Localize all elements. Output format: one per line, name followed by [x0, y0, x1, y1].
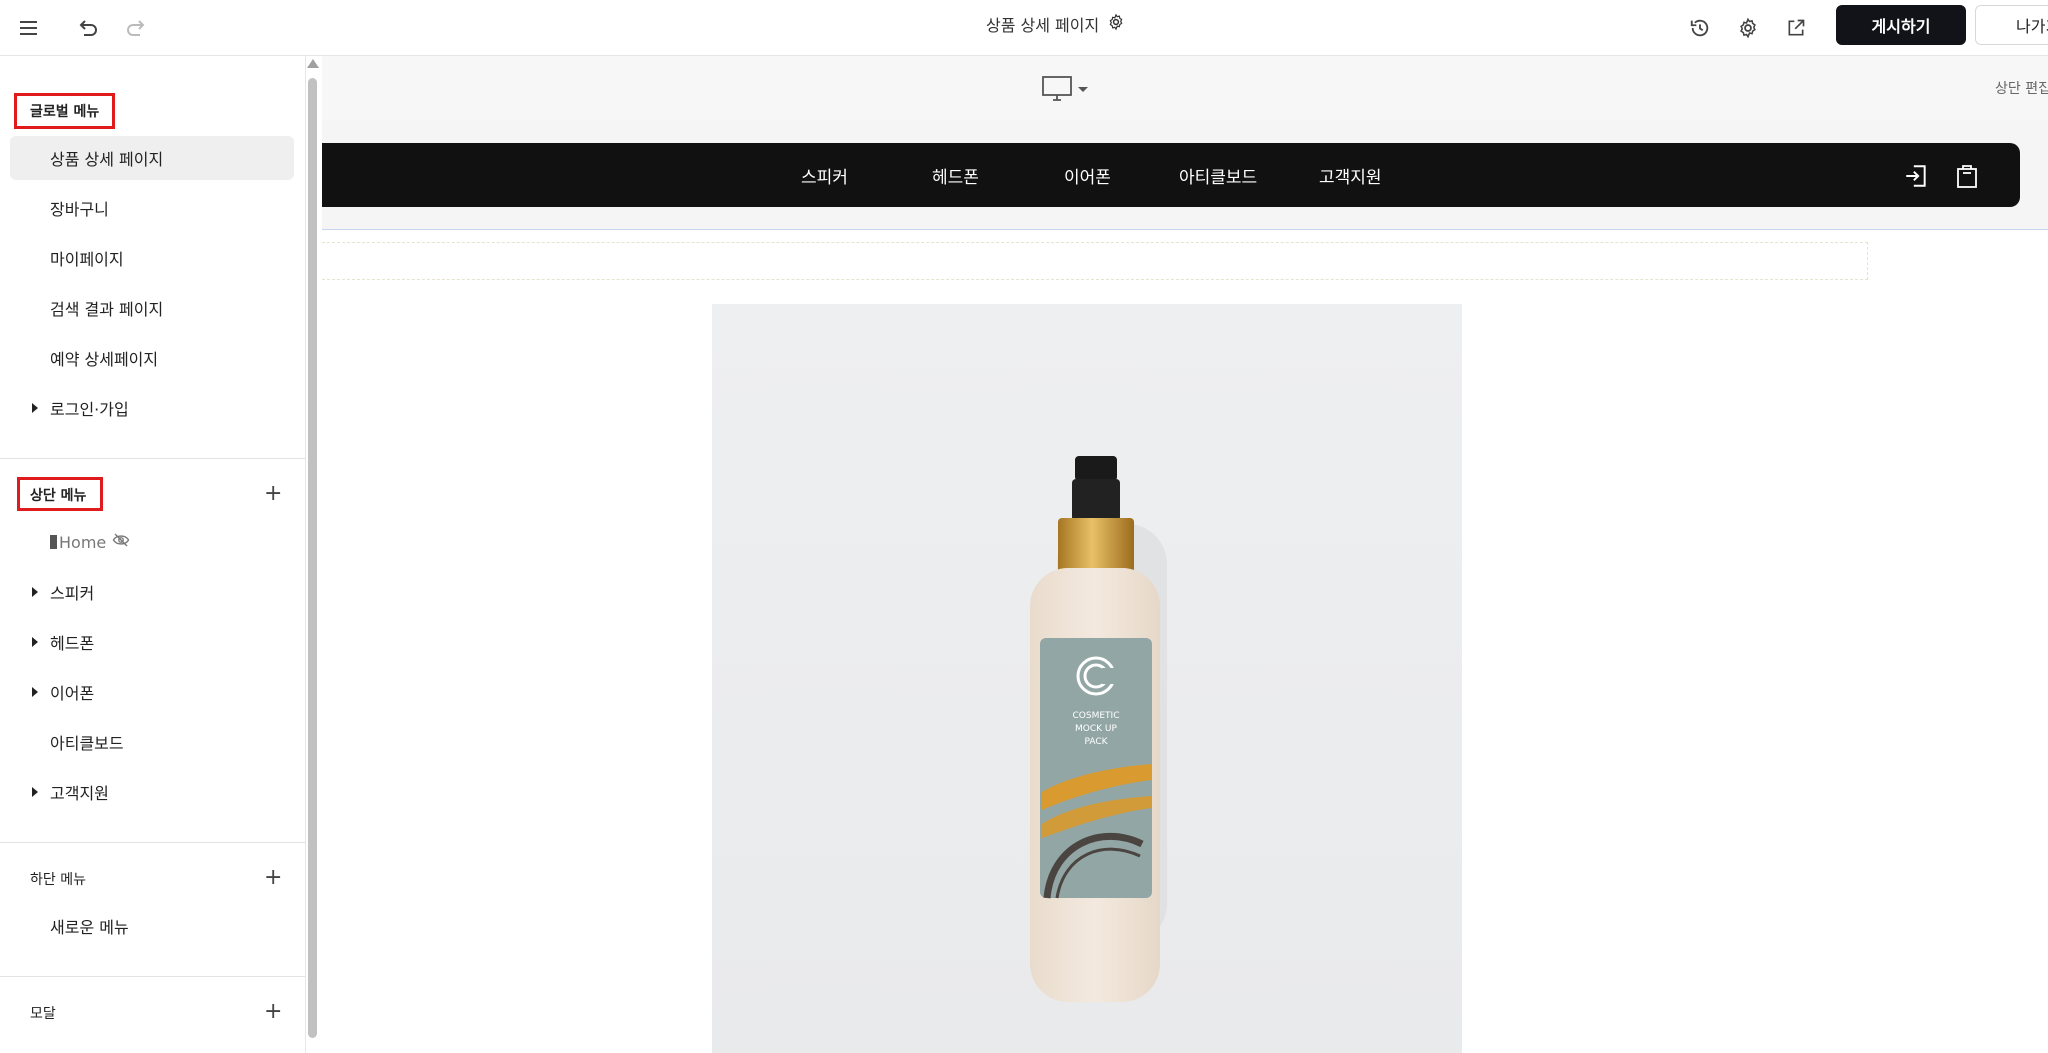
sidebar-item-label: 헤드폰	[50, 634, 95, 653]
modal-section-title: 모달	[30, 1006, 56, 1022]
top-menu-title: 상단 메뉴	[30, 488, 87, 504]
sidebar-item-label: 로그인·가입	[50, 400, 129, 419]
page-content-area: COSMETIC MOCK UP PACK	[322, 230, 2048, 1053]
spray-bottle-illustration: COSMETIC MOCK UP PACK	[1030, 456, 1167, 1002]
page-marker-icon	[50, 535, 57, 549]
sidebar-item-label: 검색 결과 페이지	[50, 300, 164, 319]
sidebar-item-label: 새로운 메뉴	[50, 918, 129, 937]
section-divider	[0, 976, 305, 977]
sidebar-item-article-board[interactable]: 아티클보드	[10, 720, 294, 764]
sidebar-item-product-detail[interactable]: 상품 상세 페이지	[10, 136, 294, 180]
site-nav-speaker[interactable]: 스피커	[801, 163, 848, 188]
section-divider	[0, 842, 305, 843]
empty-block-placeholder[interactable]	[322, 242, 1868, 280]
page-title-group[interactable]: 상품 상세 페이지	[986, 0, 1125, 48]
sidebar-item-reservation-detail[interactable]: 예약 상세페이지	[10, 336, 294, 380]
sidebar-item-headphone[interactable]: 헤드폰	[10, 620, 294, 664]
sidebar-item-label: 아티클보드	[50, 734, 124, 753]
sidebar-item-label: 이어폰	[50, 684, 95, 703]
shopping-bag-icon[interactable]	[1955, 163, 1979, 193]
sidebar-item-label: 스피커	[50, 584, 95, 603]
sidebar-item-label: 고객지원	[50, 784, 109, 803]
menu-sidebar: 글로벌 메뉴 상품 상세 페이지 장바구니 마이페이지 검색 결과 페이지 예약…	[0, 56, 306, 1053]
sidebar-item-label: 마이페이지	[50, 250, 124, 269]
editor-canvas: 상단 편집 스피커 헤드폰 이어폰 아티클보드 고객지원 COSMETIC MO…	[322, 56, 2048, 1053]
sidebar-item-speaker[interactable]: 스피커	[10, 570, 294, 614]
redo-icon[interactable]	[118, 10, 154, 46]
add-bottom-menu-plus-icon[interactable]: +	[264, 867, 282, 889]
sidebar-item-mypage[interactable]: 마이페이지	[10, 236, 294, 280]
sidebar-item-search-results[interactable]: 검색 결과 페이지	[10, 286, 294, 330]
page-settings-icon[interactable]	[1107, 13, 1125, 35]
sidebar-scrollbar-thumb[interactable]	[308, 78, 317, 1038]
sidebar-item-label: 상품 상세 페이지	[50, 150, 164, 169]
expand-caret-icon[interactable]	[32, 637, 38, 647]
publish-button[interactable]: 게시하기	[1836, 5, 1966, 45]
dropdown-arrow-icon	[1078, 86, 1088, 92]
expand-caret-icon[interactable]	[32, 787, 38, 797]
global-menu-title: 글로벌 메뉴	[30, 104, 100, 120]
page-title: 상품 상세 페이지	[986, 16, 1100, 35]
sidebar-item-login-signup[interactable]: 로그인·가입	[10, 386, 294, 430]
device-selector[interactable]	[1042, 76, 1088, 102]
login-icon[interactable]	[1903, 163, 1929, 193]
expand-caret-icon[interactable]	[32, 403, 38, 413]
sidebar-item-customer-support[interactable]: 고객지원	[10, 770, 294, 814]
section-divider	[0, 458, 305, 459]
product-image[interactable]: COSMETIC MOCK UP PACK	[712, 304, 1462, 1053]
sidebar-item-home[interactable]: Home	[10, 520, 294, 564]
site-nav-headphone[interactable]: 헤드폰	[932, 163, 979, 188]
site-nav-customer-support[interactable]: 고객지원	[1319, 163, 1382, 188]
settings-gear-icon[interactable]	[1730, 10, 1766, 46]
sidebar-item-cart[interactable]: 장바구니	[10, 186, 294, 230]
hidden-eye-icon[interactable]	[112, 532, 130, 552]
desktop-monitor-icon	[1042, 76, 1072, 101]
svg-text:MOCK UP: MOCK UP	[1075, 724, 1117, 734]
external-link-icon[interactable]	[1778, 10, 1814, 46]
exit-button[interactable]: 나가기	[1975, 5, 2048, 45]
sidebar-item-label: 장바구니	[50, 200, 109, 219]
expand-caret-icon[interactable]	[32, 587, 38, 597]
sidebar-item-label: Home	[59, 532, 107, 552]
sidebar-item-new-menu[interactable]: 새로운 메뉴	[10, 904, 294, 948]
expand-caret-icon[interactable]	[32, 687, 38, 697]
sidebar-item-earphone[interactable]: 이어폰	[10, 670, 294, 714]
undo-icon[interactable]	[70, 10, 106, 46]
hamburger-menu-icon[interactable]	[11, 10, 47, 46]
svg-text:COSMETIC: COSMETIC	[1073, 711, 1120, 721]
site-navigation-bar[interactable]: 스피커 헤드폰 이어폰 아티클보드 고객지원	[322, 143, 2020, 207]
device-preview-bar: 상단 편집	[322, 56, 2048, 120]
site-nav-earphone[interactable]: 이어폰	[1064, 163, 1111, 188]
top-toolbar: 상품 상세 페이지 게시하기 나가기	[0, 0, 2048, 56]
bottom-menu-title: 하단 메뉴	[30, 872, 86, 888]
history-icon[interactable]	[1682, 10, 1718, 46]
scroll-up-arrow-icon[interactable]	[307, 59, 319, 68]
svg-text:PACK: PACK	[1084, 737, 1108, 747]
add-modal-plus-icon[interactable]: +	[264, 1001, 282, 1023]
top-edit-button[interactable]: 상단 편집	[1995, 78, 2048, 98]
add-top-menu-plus-icon[interactable]: +	[264, 483, 282, 505]
sidebar-item-label: 예약 상세페이지	[50, 350, 159, 369]
site-nav-article-board[interactable]: 아티클보드	[1179, 163, 1257, 188]
